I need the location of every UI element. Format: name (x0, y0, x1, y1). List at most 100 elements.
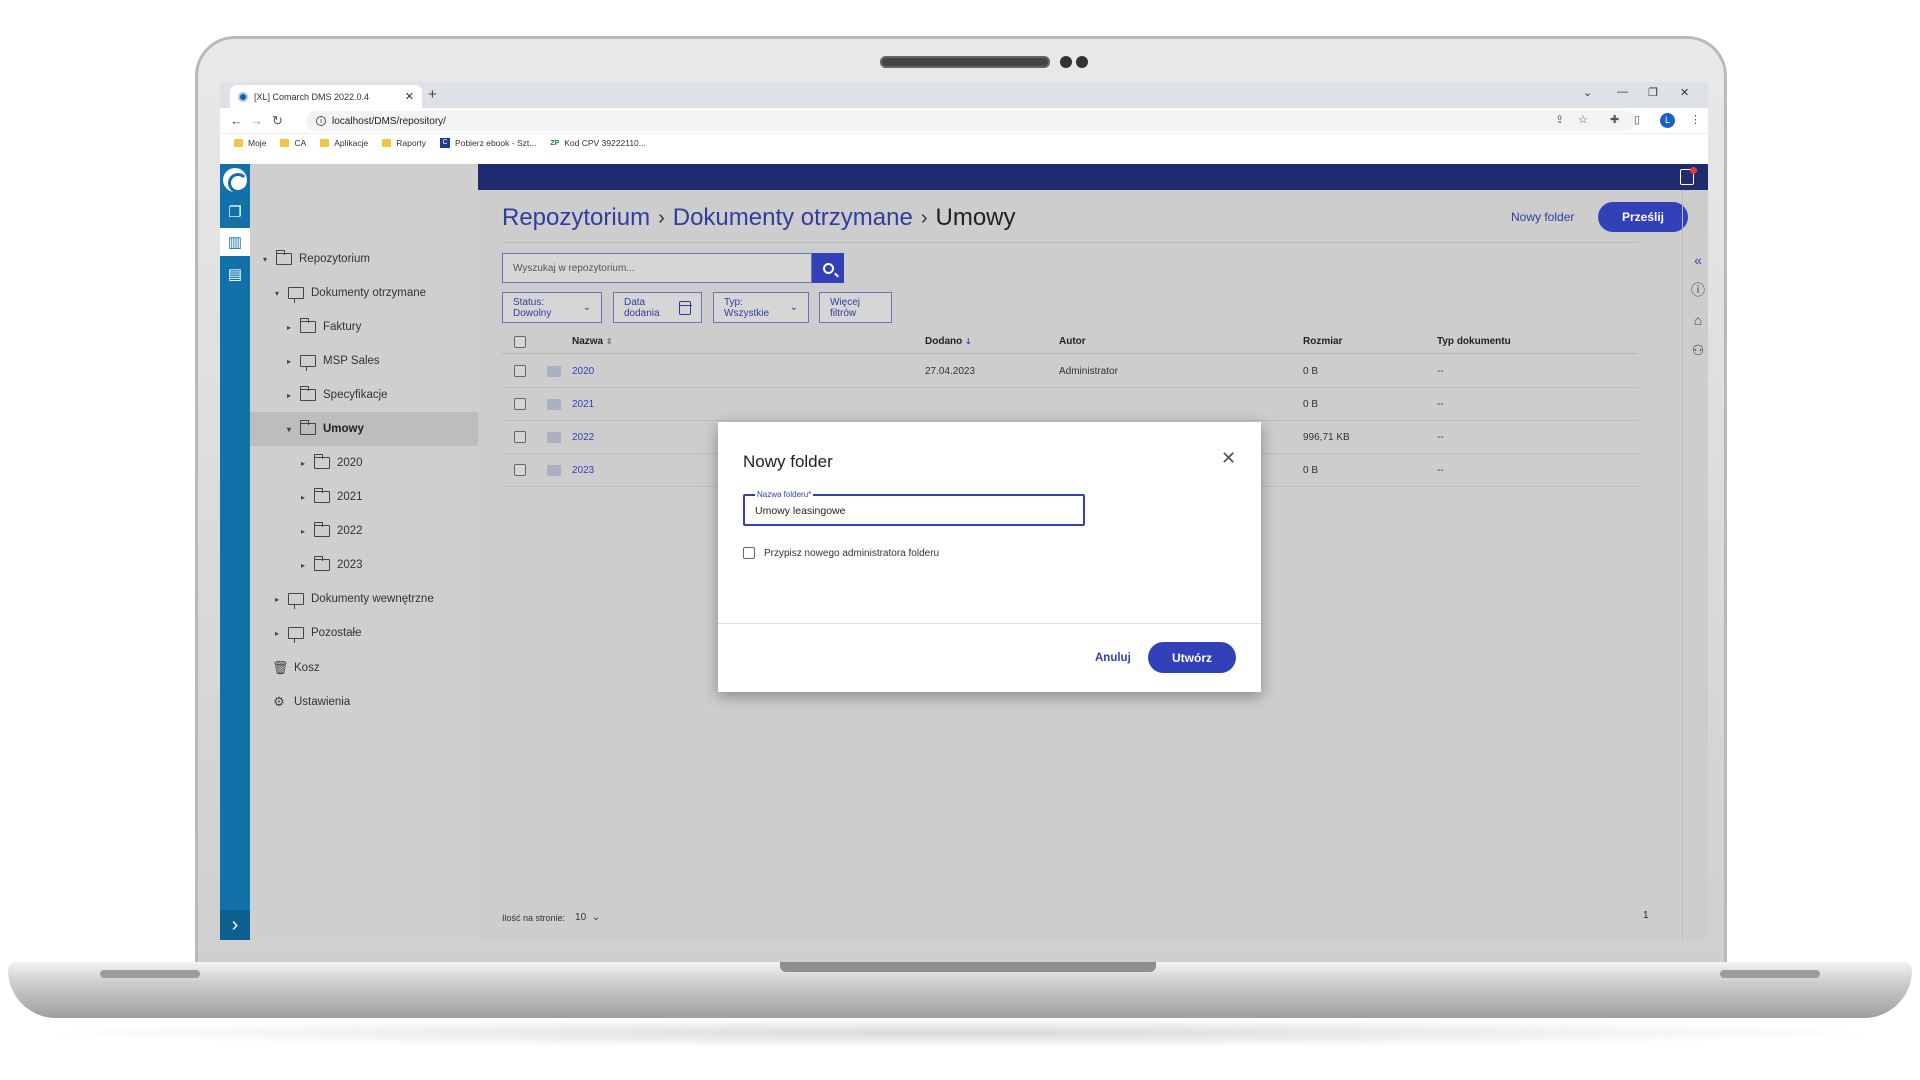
forward-icon[interactable]: → (250, 113, 263, 128)
row-name[interactable]: 2020 (572, 355, 594, 387)
bookmark-item[interactable]: Moje (234, 138, 266, 148)
close-icon[interactable]: ✕ (1221, 448, 1236, 469)
bookmark-item[interactable]: C Pobierz ebook - Szt... (440, 138, 536, 148)
caret-right-icon[interactable]: ▸ (298, 493, 308, 502)
close-tab-icon[interactable]: ✕ (405, 90, 414, 103)
sidebar-item-bin[interactable]: 🗑 Kosz (250, 651, 478, 685)
tree-item-2023[interactable]: ▸ 2023 (250, 548, 478, 582)
column-header-author[interactable]: Autor (1059, 330, 1086, 353)
tab-search-icon[interactable]: ⌄ (1583, 86, 1592, 99)
tree-item-faktury[interactable]: ▸ Faktury (250, 310, 478, 344)
documents-icon[interactable]: ❐ (220, 198, 250, 226)
tree-item-label: Specyfikacje (323, 389, 388, 401)
collapse-panel-icon[interactable]: « (1688, 250, 1708, 270)
tag-icon[interactable]: ⌂ (1688, 310, 1708, 330)
reload-icon[interactable]: ↻ (272, 113, 283, 129)
caret-right-icon[interactable]: ▸ (272, 595, 282, 604)
reports-chart-icon[interactable]: ▤ (220, 260, 250, 288)
tree-item-msp-sales[interactable]: ▸ MSP Sales (250, 344, 478, 378)
search-input[interactable]: Wyszukaj w repozytorium... (502, 253, 812, 283)
row-name[interactable]: 2022 (572, 421, 594, 453)
browser-tab[interactable]: [XL] Comarch DMS 2022.0.4 ✕ (230, 85, 422, 108)
back-icon[interactable]: ← (230, 113, 243, 128)
tree-item-2021[interactable]: ▸ 2021 (250, 480, 478, 514)
repository-icon[interactable]: ▥ (220, 228, 250, 256)
more-filters-button[interactable]: Więcej filtrów (819, 292, 892, 323)
row-checkbox[interactable] (514, 431, 526, 443)
page-size-select[interactable]: 10 ⌄ (575, 912, 600, 923)
tree-item-2020[interactable]: ▸ 2020 (250, 446, 478, 480)
status-filter[interactable]: Status: Dowolny ⌄ (502, 292, 602, 323)
caret-down-icon[interactable]: ▾ (260, 255, 270, 264)
create-button[interactable]: Utwórz (1148, 642, 1236, 673)
bookmark-label: Pobierz ebook - Szt... (455, 138, 537, 148)
caret-right-icon[interactable]: ▸ (298, 527, 308, 536)
bookmark-item[interactable]: CA (280, 138, 306, 148)
cancel-button[interactable]: Anuluj (1095, 652, 1131, 664)
share-icon[interactable]: ⇪ (1555, 113, 1564, 126)
folder-name-field[interactable]: Nazwa folderu* (743, 490, 1085, 526)
table-row[interactable]: 2020 27.04.2023 Administrator 0 B -- (502, 355, 1638, 388)
side-panel-icon[interactable]: ▯ (1634, 113, 1640, 126)
caret-right-icon[interactable]: ▸ (284, 357, 294, 366)
expand-rail-icon[interactable]: › (220, 910, 250, 940)
row-checkbox[interactable] (514, 464, 526, 476)
row-checkbox[interactable] (514, 398, 526, 410)
search-button[interactable] (812, 253, 844, 283)
bookmark-item[interactable]: Raporty (382, 138, 426, 148)
comarch-logo[interactable] (223, 168, 248, 193)
bookmark-item[interactable]: Aplikacje (320, 138, 368, 148)
caret-right-icon[interactable]: ▸ (298, 561, 308, 570)
caret-right-icon[interactable]: ▸ (272, 629, 282, 638)
sidebar-item-settings[interactable]: ⚙ Ustawienia (250, 685, 478, 719)
hierarchy-icon[interactable]: ⚇ (1688, 340, 1708, 360)
tree-item-2022[interactable]: ▸ 2022 (250, 514, 478, 548)
tree-item-specyfikacje[interactable]: ▸ Specyfikacje (250, 378, 478, 412)
restore-icon[interactable]: ❐ (1648, 86, 1658, 99)
page-number[interactable]: 1 (1643, 910, 1649, 921)
assign-admin-option[interactable]: Przypisz nowego administratora folderu (743, 547, 939, 559)
folder-name-input[interactable] (755, 505, 1055, 517)
type-filter[interactable]: Typ: Wszystkie ⌄ (713, 292, 809, 323)
caret-right-icon[interactable]: ▸ (298, 459, 308, 468)
new-folder-button[interactable]: Nowy folder (1511, 210, 1574, 224)
date-filter[interactable]: Data dodania (613, 292, 702, 323)
column-header-doc-type[interactable]: Typ dokumentu (1437, 330, 1511, 353)
breadcrumb-item[interactable]: Repozytorium (502, 204, 650, 232)
close-window-icon[interactable]: ✕ (1680, 86, 1689, 99)
caret-down-icon[interactable]: ▾ (284, 425, 294, 434)
assign-admin-checkbox[interactable] (743, 547, 755, 559)
row-name[interactable]: 2021 (572, 388, 594, 420)
table-row[interactable]: 2021 0 B -- (502, 388, 1638, 421)
open-folder-icon (275, 250, 292, 265)
info-icon[interactable]: ⓘ (1688, 280, 1708, 300)
breadcrumb-item[interactable]: Dokumenty otrzymane (673, 204, 913, 232)
column-header-size[interactable]: Rozmiar (1303, 330, 1342, 353)
tree-item-label: Pozostałe (311, 627, 362, 639)
row-name[interactable]: 2023 (572, 454, 594, 486)
browser-menu-icon[interactable]: ⋮ (1690, 113, 1701, 126)
caret-right-icon[interactable]: ▸ (284, 323, 294, 332)
tree-item-pozostale[interactable]: ▸ Pozostałe (250, 616, 478, 650)
minimize-icon[interactable]: — (1617, 86, 1628, 98)
row-checkbox[interactable] (514, 365, 526, 377)
caret-down-icon[interactable]: ▾ (272, 289, 282, 298)
tree-item-umowy[interactable]: ▾ Umowy (250, 412, 478, 446)
laptop-foot (100, 970, 200, 978)
url-field[interactable]: i localhost/DMS/repository/ (306, 111, 1636, 131)
new-tab-icon[interactable]: + (428, 86, 437, 103)
column-header-name[interactable]: Nazwa ⇕ (572, 330, 613, 353)
bookmark-item[interactable]: ZP Kod CPV 39222110... (550, 138, 646, 148)
chevron-down-icon: ⌄ (591, 912, 601, 923)
caret-right-icon[interactable]: ▸ (284, 391, 294, 400)
extensions-icon[interactable]: ✚ (1610, 113, 1619, 126)
upload-button[interactable]: Prześlij (1598, 202, 1688, 232)
tree-item-dokumenty-wewnetrzne[interactable]: ▸ Dokumenty wewnętrzne (250, 582, 478, 616)
site-info-icon[interactable]: i (316, 116, 326, 126)
profile-avatar[interactable]: L (1660, 113, 1675, 128)
bookmark-star-icon[interactable]: ☆ (1578, 113, 1588, 126)
tree-item-repozytorium[interactable]: ▾ Repozytorium (250, 242, 478, 276)
column-header-added[interactable]: Dodano ⇣ (925, 330, 972, 353)
select-all-checkbox[interactable] (514, 335, 526, 348)
tree-item-dokumenty-otrzymane[interactable]: ▾ Dokumenty otrzymane (250, 276, 478, 310)
